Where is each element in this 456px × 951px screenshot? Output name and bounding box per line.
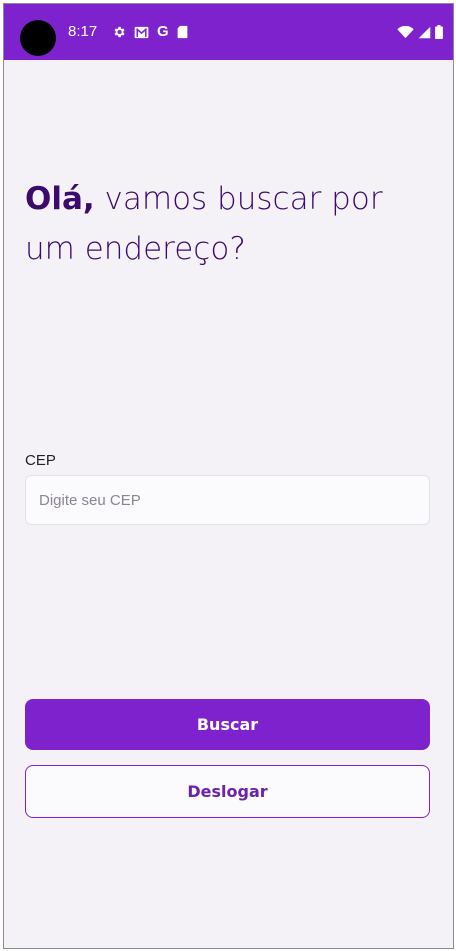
notification-icons: G <box>112 22 188 42</box>
logout-button[interactable]: Deslogar <box>25 765 430 818</box>
google-icon: G <box>157 23 169 40</box>
system-icons <box>397 22 443 42</box>
camera-cutout <box>20 20 56 56</box>
greeting-bold: Olá, <box>25 181 95 217</box>
sd-card-icon <box>177 25 188 39</box>
cell-signal-icon <box>418 26 431 39</box>
cep-label: CEP <box>25 452 56 469</box>
settings-icon <box>112 25 126 39</box>
search-button[interactable]: Buscar <box>25 699 430 750</box>
wifi-icon <box>397 25 414 39</box>
app-screen: 8:17 G Olá, vamos buscar por um endereço… <box>3 3 454 949</box>
battery-icon <box>435 25 443 39</box>
page-title: Olá, vamos buscar por um endereço? <box>25 174 425 274</box>
status-time: 8:17 <box>68 23 98 40</box>
gmail-icon <box>134 26 149 39</box>
status-bar: 8:17 G <box>4 4 453 60</box>
cep-input[interactable] <box>25 475 430 525</box>
